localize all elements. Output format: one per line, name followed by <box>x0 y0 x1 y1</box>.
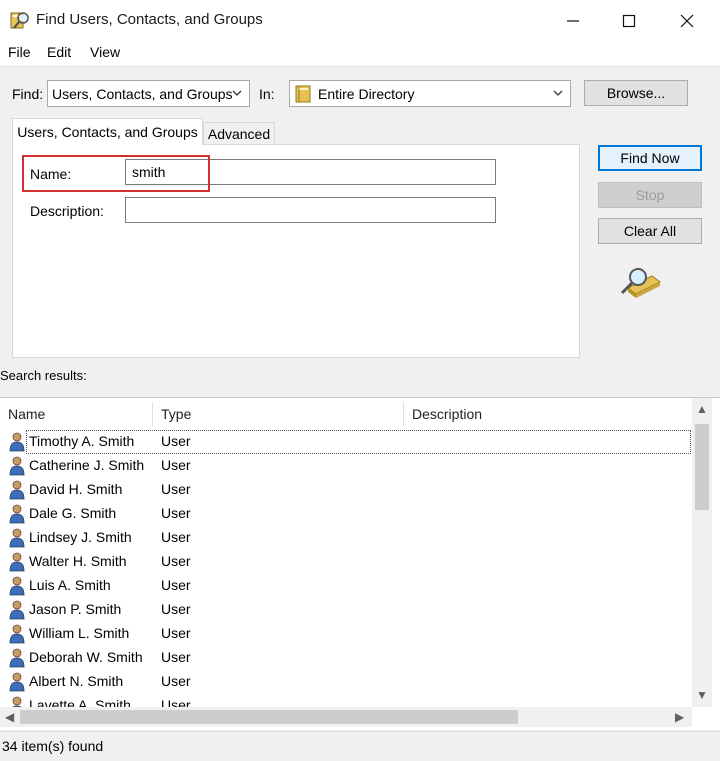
user-icon <box>9 600 25 620</box>
row-type: User <box>161 457 191 473</box>
maximize-button[interactable] <box>616 8 642 34</box>
table-row[interactable]: Dale G. Smith User <box>0 502 692 526</box>
chevron-down-icon <box>232 90 242 96</box>
find-label: Find: <box>12 86 44 102</box>
row-type: User <box>161 433 191 449</box>
horizontal-scrollbar[interactable]: ◀ ▶ <box>0 707 692 727</box>
menu-view[interactable]: View <box>90 44 120 60</box>
table-row[interactable]: Jason P. Smith User <box>0 598 692 622</box>
table-row[interactable]: Walter H. Smith User <box>0 550 692 574</box>
tab-advanced[interactable]: Advanced <box>203 122 275 144</box>
column-header-name[interactable]: Name <box>0 398 152 430</box>
table-row[interactable]: Lindsey J. Smith User <box>0 526 692 550</box>
row-type: User <box>161 625 191 641</box>
minimize-icon <box>567 20 579 22</box>
table-row[interactable]: William L. Smith User <box>0 622 692 646</box>
find-now-button[interactable]: Find Now <box>598 145 702 171</box>
column-header-type[interactable]: Type <box>153 398 403 430</box>
row-type: User <box>161 481 191 497</box>
chevron-down-icon <box>553 90 563 96</box>
scroll-down-icon[interactable]: ▼ <box>696 688 708 702</box>
user-icon <box>9 528 25 548</box>
results-rows: Timothy A. Smith User Catherine J. Smith Us… <box>0 430 692 707</box>
row-type: User <box>161 601 191 617</box>
table-row[interactable]: David H. Smith User <box>0 478 692 502</box>
row-name: Jason P. Smith <box>29 601 122 617</box>
find-type-dropdown[interactable]: Users, Contacts, and Groups <box>47 80 250 107</box>
user-icon <box>9 480 25 500</box>
description-label: Description: <box>30 203 104 219</box>
table-row[interactable]: Lavette A. Smith User <box>0 694 692 707</box>
user-icon <box>12 696 22 707</box>
in-location-value: Entire Directory <box>318 85 415 102</box>
search-results-label: Search results: <box>0 368 87 383</box>
row-name: Lavette A. Smith <box>29 697 131 707</box>
maximize-icon <box>622 14 636 28</box>
table-row[interactable]: Deborah W. Smith User <box>0 646 692 670</box>
row-name: Dale G. Smith <box>29 505 117 521</box>
minimize-button[interactable] <box>560 8 586 34</box>
directory-book-icon <box>295 85 311 102</box>
row-name: Lindsey J. Smith <box>29 529 132 545</box>
user-icon <box>9 456 25 476</box>
find-users-window: Find Users, Contacts, and Groups File Ed… <box>0 0 720 761</box>
tab-users-contacts-groups[interactable]: Users, Contacts, and Groups <box>12 118 203 145</box>
in-location-dropdown[interactable]: Entire Directory <box>289 80 571 107</box>
menu-edit[interactable]: Edit <box>47 44 71 60</box>
menu-bar: File Edit View <box>0 40 720 66</box>
status-bar: 34 item(s) found <box>0 731 720 761</box>
in-label: In: <box>259 86 275 102</box>
clear-all-button[interactable]: Clear All <box>598 218 702 244</box>
row-type: User <box>161 649 191 665</box>
magnifier-over-book-icon <box>620 268 661 298</box>
stop-button[interactable]: Stop <box>598 182 702 208</box>
menu-file[interactable]: File <box>8 44 31 60</box>
scroll-left-icon[interactable]: ◀ <box>5 710 14 724</box>
table-row[interactable]: Catherine J. Smith User <box>0 454 692 478</box>
window-title: Find Users, Contacts, and Groups <box>36 11 263 28</box>
row-name: Walter H. Smith <box>29 553 127 569</box>
row-name: Catherine J. Smith <box>29 457 145 473</box>
vertical-scroll-thumb[interactable] <box>695 424 709 510</box>
user-icon <box>9 624 25 644</box>
scroll-right-icon[interactable]: ▶ <box>675 710 684 724</box>
user-icon <box>9 672 25 692</box>
scroll-up-icon[interactable]: ▲ <box>696 402 708 416</box>
name-field-highlight <box>22 155 210 192</box>
vertical-scrollbar[interactable]: ▲ ▼ <box>692 398 712 707</box>
horizontal-scroll-thumb[interactable] <box>20 710 518 724</box>
table-row[interactable]: Luis A. Smith User <box>0 574 692 598</box>
row-type: User <box>161 529 191 545</box>
directory-search-icon <box>10 12 29 29</box>
table-row[interactable]: Timothy A. Smith User <box>0 430 692 454</box>
row-type: User <box>161 673 191 689</box>
row-name: Timothy A. Smith <box>29 433 135 449</box>
menu-divider <box>0 66 720 67</box>
user-icon <box>9 648 25 668</box>
user-icon <box>9 432 25 452</box>
search-results-list[interactable]: Name Type Description Timothy A. Smith Us… <box>0 397 720 730</box>
row-type: User <box>161 577 191 593</box>
row-type: User <box>161 697 191 707</box>
user-icon <box>9 576 25 596</box>
row-name: Luis A. Smith <box>29 577 111 593</box>
row-name: David H. Smith <box>29 481 123 497</box>
browse-button[interactable]: Browse... <box>584 80 688 106</box>
description-input[interactable] <box>125 197 496 223</box>
status-text: 34 item(s) found <box>2 738 104 754</box>
table-row[interactable]: Albert N. Smith User <box>0 670 692 694</box>
row-type: User <box>161 505 191 521</box>
close-icon <box>680 14 694 28</box>
find-type-value: Users, Contacts, and Groups <box>52 85 233 102</box>
row-name: Albert N. Smith <box>29 673 124 689</box>
column-header-description[interactable]: Description <box>404 398 692 430</box>
row-name: Deborah W. Smith <box>29 649 143 665</box>
row-type: User <box>161 553 191 569</box>
user-icon <box>9 504 25 524</box>
row-name: William L. Smith <box>29 625 130 641</box>
user-icon <box>9 552 25 572</box>
close-button[interactable] <box>674 8 700 34</box>
title-bar[interactable]: Find Users, Contacts, and Groups <box>0 0 720 40</box>
